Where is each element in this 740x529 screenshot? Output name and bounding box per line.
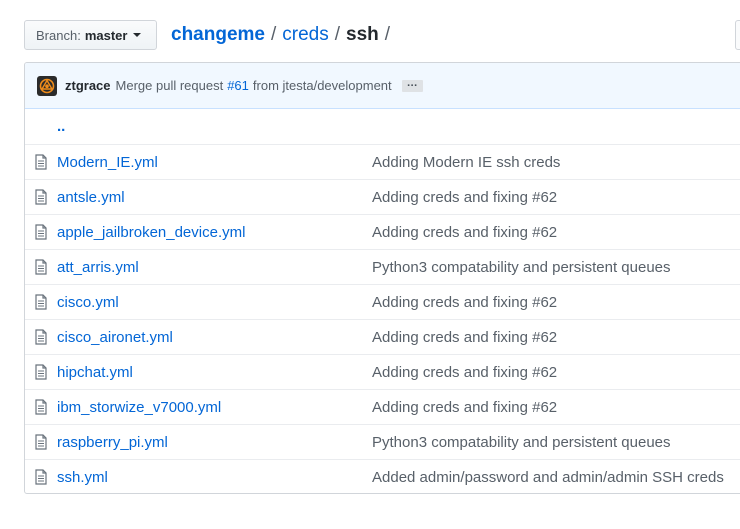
branch-label: Branch:	[36, 27, 81, 43]
breadcrumb-creds-link[interactable]: creds	[282, 22, 328, 48]
file-text-icon	[35, 259, 51, 275]
file-list: ztgrace Merge pull request #61 from jtes…	[24, 62, 740, 494]
branch-value: master	[84, 27, 128, 43]
commit-message-prefix: Merge pull request	[115, 78, 224, 93]
parent-directory-row[interactable]: ..	[25, 109, 740, 144]
file-commit-message-link[interactable]: Adding creds and fixing #62	[372, 399, 557, 416]
expand-commit-button[interactable]: …	[401, 77, 423, 92]
file-commit-message-link[interactable]: Adding creds and fixing #62	[372, 329, 557, 346]
file-text-icon	[35, 399, 51, 415]
file-row[interactable]: apple_jailbroken_device.yml Adding creds …	[25, 214, 740, 249]
caret-down-icon	[133, 33, 142, 37]
branch-select-button[interactable]: Branch: master	[24, 20, 157, 50]
breadcrumb-separator: /	[384, 24, 391, 45]
file-commit-message-link[interactable]: Adding creds and fixing #62	[372, 224, 557, 241]
file-row[interactable]: Modern_IE.yml Adding Modern IE ssh creds	[25, 144, 740, 179]
breadcrumb: changeme / creds / ssh /	[171, 22, 396, 48]
file-text-icon	[35, 154, 51, 170]
file-name-link[interactable]: Modern_IE.yml	[57, 154, 372, 171]
file-name-link[interactable]: cisco.yml	[57, 294, 372, 311]
commit-author[interactable]: ztgrace	[65, 78, 111, 93]
file-commit-message-link[interactable]: Python3 compatability and persistent que…	[372, 434, 671, 451]
file-row[interactable]: hipchat.yml Adding creds and fixing #62	[25, 354, 740, 389]
pull-request-link[interactable]: #61	[227, 78, 249, 93]
file-commit-message-link[interactable]: Adding creds and fixing #62	[372, 294, 557, 311]
file-row[interactable]: ssh.yml Added admin/password and admin/ad…	[25, 459, 740, 493]
parent-directory-link[interactable]: ..	[57, 118, 372, 135]
toolbar-button[interactable]	[735, 20, 740, 50]
file-text-icon	[35, 364, 51, 380]
avatar[interactable]	[37, 75, 57, 96]
file-text-icon	[35, 189, 51, 205]
file-name-link[interactable]: antsle.yml	[57, 189, 372, 206]
file-text-icon	[35, 469, 51, 485]
file-name-link[interactable]: cisco_aironet.yml	[57, 329, 372, 346]
commit-message-suffix: from jtesta/development	[252, 78, 392, 93]
file-commit-message-link[interactable]: Adding creds and fixing #62	[372, 364, 557, 381]
file-commit-message-link[interactable]: Adding creds and fixing #62	[372, 189, 557, 206]
file-name-link[interactable]: att_arris.yml	[57, 259, 372, 276]
file-name-link[interactable]: ssh.yml	[57, 469, 372, 486]
file-name-link[interactable]: ibm_storwize_v7000.yml	[57, 399, 372, 416]
file-commit-message-link[interactable]: Adding Modern IE ssh creds	[372, 154, 560, 171]
file-row[interactable]: att_arris.yml Python3 compatability and p…	[25, 249, 740, 284]
file-text-icon	[35, 294, 51, 310]
file-text-icon	[35, 224, 51, 240]
file-row[interactable]: antsle.yml Adding creds and fixing #62	[25, 179, 740, 214]
breadcrumb-separator: /	[270, 24, 277, 45]
file-row[interactable]: ibm_storwize_v7000.yml Adding creds and f…	[25, 389, 740, 424]
file-text-icon	[35, 434, 51, 450]
file-text-icon	[35, 329, 51, 345]
file-name-link[interactable]: apple_jailbroken_device.yml	[57, 224, 372, 241]
file-name-link[interactable]: raspberry_pi.yml	[57, 434, 372, 451]
file-row[interactable]: cisco_aironet.yml Adding creds and fixing…	[25, 319, 740, 354]
file-commit-message-link[interactable]: Added admin/password and admin/admin SSH…	[372, 469, 724, 486]
file-name-link[interactable]: hipchat.yml	[57, 364, 372, 381]
file-row[interactable]: cisco.yml Adding creds and fixing #62	[25, 284, 740, 319]
file-row[interactable]: raspberry_pi.yml Python3 compatability an…	[25, 424, 740, 459]
file-commit-message-link[interactable]: Python3 compatability and persistent que…	[372, 259, 671, 276]
latest-commit-bar: ztgrace Merge pull request #61 from jtes…	[25, 63, 740, 109]
breadcrumb-separator: /	[334, 24, 341, 45]
breadcrumb-current: ssh	[346, 24, 379, 45]
breadcrumb-repo-link[interactable]: changeme	[171, 22, 265, 48]
commit-message[interactable]: Merge pull request #61 from jtesta/devel…	[116, 78, 392, 93]
